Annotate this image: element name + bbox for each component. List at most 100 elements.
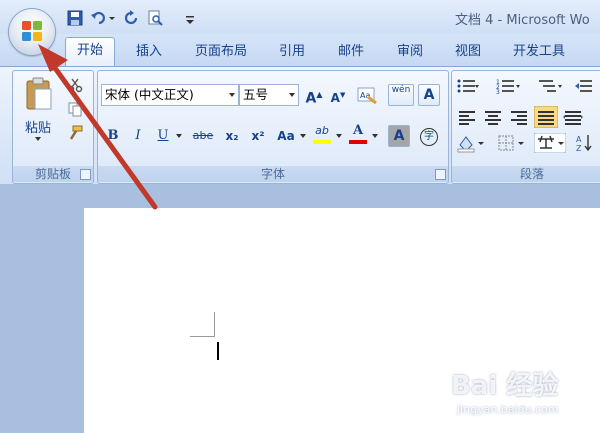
- underline-icon: U: [157, 128, 169, 143]
- multilevel-list-icon[interactable]: [538, 77, 564, 95]
- svg-text:3: 3: [496, 89, 500, 95]
- tab-view[interactable]: 视图: [444, 41, 492, 64]
- paragraph-group: 1 2 3 A Z 段落: [451, 70, 600, 184]
- highlight-icon: ab: [315, 124, 329, 137]
- enclose-characters-icon: 字: [420, 128, 438, 146]
- chinese-layout-icon[interactable]: [534, 133, 566, 153]
- format-painter-icon[interactable]: [67, 125, 83, 141]
- word-window: 文档 4 - Microsoft Wo 开始 插入 页面布局 引用 邮件 审阅 …: [0, 0, 600, 433]
- office-button[interactable]: [9, 9, 55, 55]
- font-name-value: 宋体 (中文正文): [105, 87, 194, 102]
- subscript-button[interactable]: x₂: [220, 125, 244, 147]
- strikethrough-icon: abe: [192, 129, 214, 142]
- phonetic-guide-button[interactable]: wén: [388, 84, 414, 106]
- change-case-icon: Aa: [277, 129, 295, 143]
- ribbon-tabs: 开始 插入 页面布局 引用 邮件 审阅 视图 开发工具: [0, 34, 600, 66]
- subscript-icon: x₂: [225, 129, 239, 143]
- ribbon: 粘贴 剪贴板 宋体 (中文正文) 五号 A▲ A▼ Aa wén A B I U…: [0, 66, 600, 185]
- font-color-dropdown-icon[interactable]: [372, 134, 378, 139]
- save-icon[interactable]: [66, 9, 84, 27]
- paste-label: 粘贴: [24, 121, 51, 136]
- align-left-icon[interactable]: [456, 107, 478, 127]
- window-title: 文档 4 - Microsoft Wo: [455, 13, 590, 28]
- shrink-font-icon: A: [330, 91, 340, 105]
- font-group-label: 字体: [98, 166, 448, 182]
- margin-corner-mark: [190, 336, 214, 337]
- character-shading-icon: A: [393, 128, 405, 144]
- font-size-value: 五号: [243, 87, 269, 102]
- italic-button[interactable]: I: [127, 125, 149, 147]
- grow-font-button[interactable]: A▲: [303, 84, 325, 107]
- copy-icon[interactable]: [67, 101, 83, 117]
- font-name-combo[interactable]: 宋体 (中文正文): [101, 84, 239, 106]
- tab-home[interactable]: 开始: [65, 37, 115, 66]
- tab-review[interactable]: 审阅: [386, 41, 434, 64]
- clipboard-dialog-launcher[interactable]: [80, 169, 91, 180]
- grow-font-icon: A: [305, 90, 317, 107]
- tab-insert[interactable]: 插入: [125, 41, 173, 64]
- align-right-icon[interactable]: [508, 107, 530, 127]
- shrink-font-button[interactable]: A▼: [327, 84, 349, 106]
- superscript-icon: x²: [251, 129, 265, 143]
- customize-toolbar-icon[interactable]: [185, 15, 195, 25]
- margin-corner-mark: [214, 312, 215, 337]
- shading-icon[interactable]: [456, 133, 486, 153]
- enclose-characters-button[interactable]: 字: [418, 125, 440, 147]
- watermark-url: jingyan.baidu.com: [457, 403, 559, 416]
- font-group: 宋体 (中文正文) 五号 A▲ A▼ Aa wén A B I U abe x₂…: [97, 70, 449, 184]
- font-dialog-launcher[interactable]: [435, 169, 446, 180]
- paste-dropdown-icon[interactable]: [35, 137, 41, 142]
- bold-icon: B: [107, 128, 119, 143]
- quick-access-toolbar: [62, 9, 197, 29]
- superscript-button[interactable]: x²: [246, 125, 270, 147]
- character-border-icon: A: [423, 87, 435, 103]
- numbering-icon[interactable]: 1 2 3: [496, 77, 522, 95]
- bold-button[interactable]: B: [102, 125, 124, 147]
- character-shading-button[interactable]: A: [388, 125, 410, 147]
- text-cursor: [217, 342, 219, 360]
- undo-icon[interactable]: [90, 9, 108, 27]
- paste-icon: [26, 77, 52, 110]
- office-logo-icon: [22, 21, 42, 41]
- font-name-dropdown-icon[interactable]: [229, 93, 235, 97]
- italic-icon: I: [135, 128, 141, 143]
- underline-button[interactable]: U: [152, 125, 174, 147]
- font-size-combo[interactable]: 五号: [239, 84, 299, 106]
- tab-developer[interactable]: 开发工具: [503, 41, 575, 64]
- watermark-logo: Bai 经验: [451, 371, 559, 401]
- character-border-button[interactable]: A: [418, 84, 440, 106]
- distributed-icon[interactable]: [562, 107, 584, 127]
- align-center-icon[interactable]: [482, 107, 504, 127]
- decrease-indent-icon[interactable]: [574, 77, 594, 95]
- undo-dropdown-icon[interactable]: [108, 9, 116, 27]
- svg-text:A: A: [576, 135, 582, 144]
- font-color-icon: A: [352, 123, 364, 138]
- justify-icon[interactable]: [534, 106, 558, 128]
- sort-icon[interactable]: A Z: [574, 133, 596, 153]
- tab-mailings[interactable]: 邮件: [327, 41, 375, 64]
- font-size-dropdown-icon[interactable]: [289, 93, 295, 97]
- repeat-icon[interactable]: [122, 9, 140, 27]
- borders-icon[interactable]: [496, 133, 526, 153]
- change-case-button[interactable]: Aa: [273, 125, 299, 147]
- clipboard-group: 粘贴 剪贴板: [12, 70, 94, 184]
- cut-icon[interactable]: [67, 77, 83, 93]
- svg-text:Z: Z: [576, 144, 582, 153]
- print-preview-icon[interactable]: [146, 9, 164, 27]
- bullets-icon[interactable]: [456, 77, 480, 95]
- underline-dropdown-icon[interactable]: [176, 134, 182, 139]
- clear-formatting-icon[interactable]: Aa: [356, 85, 378, 105]
- font-color-swatch: [349, 140, 367, 144]
- tab-page-layout[interactable]: 页面布局: [185, 41, 257, 64]
- strikethrough-button[interactable]: abe: [190, 125, 216, 147]
- paste-button[interactable]: 粘贴: [17, 73, 59, 151]
- change-case-dropdown-icon[interactable]: [300, 134, 306, 139]
- font-color-button[interactable]: A: [346, 123, 370, 145]
- paragraph-group-label: 段落: [452, 166, 600, 182]
- baidu-jingyan-watermark: Bai 经验 jingyan.baidu.com: [447, 365, 595, 427]
- highlight-dropdown-icon[interactable]: [336, 134, 342, 139]
- tab-references[interactable]: 引用: [268, 41, 316, 64]
- title-bar: 文档 4 - Microsoft Wo: [0, 0, 600, 34]
- phonetic-guide-icon: wén: [391, 85, 411, 95]
- highlight-button[interactable]: ab: [310, 123, 334, 145]
